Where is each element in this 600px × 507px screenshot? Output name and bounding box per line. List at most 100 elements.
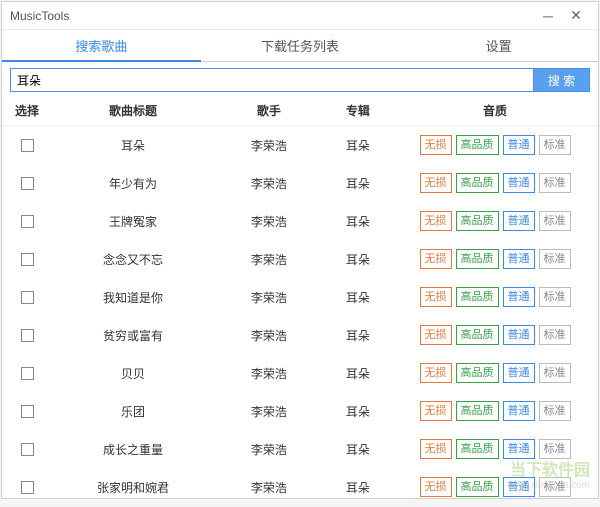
quality-high-button[interactable]: 高品质	[456, 287, 499, 307]
quality-lossless-button[interactable]: 无损	[420, 173, 452, 193]
search-button[interactable]: 搜 索	[534, 68, 590, 92]
table-row: 张家明和婉君李荣浩耳朵无损高品质普通标准	[2, 468, 598, 506]
song-title: 贫穷或富有	[44, 327, 222, 344]
column-title: 歌曲标题	[44, 102, 222, 119]
quality-lossless-button[interactable]: 无损	[420, 135, 452, 155]
quality-normal-button[interactable]: 普通	[503, 439, 535, 459]
row-checkbox[interactable]	[21, 177, 34, 190]
row-checkbox[interactable]	[21, 405, 34, 418]
song-album: 耳朵	[316, 137, 400, 154]
quality-standard-button[interactable]: 标准	[539, 135, 571, 155]
quality-high-button[interactable]: 高品质	[456, 401, 499, 421]
table-row: 耳朵李荣浩耳朵 无损高品质普通标准	[2, 126, 598, 164]
quality-standard-button[interactable]: 标准	[539, 401, 571, 421]
quality-high-button[interactable]: 高品质	[456, 211, 499, 231]
column-album: 专辑	[316, 102, 400, 119]
row-checkbox[interactable]	[21, 443, 34, 456]
song-album: 耳朵	[316, 403, 400, 420]
quality-standard-button[interactable]: 标准	[539, 477, 571, 497]
tab-settings[interactable]: 设置	[399, 30, 598, 61]
row-checkbox[interactable]	[21, 139, 34, 152]
quality-lossless-button[interactable]: 无损	[420, 325, 452, 345]
quality-normal-button[interactable]: 普通	[503, 135, 535, 155]
quality-standard-button[interactable]: 标准	[539, 211, 571, 231]
column-artist: 歌手	[222, 102, 316, 119]
song-artist: 李荣浩	[222, 441, 316, 458]
column-quality: 音质	[400, 102, 590, 119]
row-checkbox[interactable]	[21, 291, 34, 304]
quality-normal-button[interactable]: 普通	[503, 325, 535, 345]
song-artist: 李荣浩	[222, 479, 316, 496]
song-title: 年少有为	[44, 175, 222, 192]
quality-standard-button[interactable]: 标准	[539, 173, 571, 193]
quality-standard-button[interactable]: 标准	[539, 439, 571, 459]
quality-lossless-button[interactable]: 无损	[420, 477, 452, 497]
table-row: 成长之重量李荣浩耳朵 无损高品质普通标准	[2, 430, 598, 468]
window-title: MusicTools	[10, 9, 69, 23]
quality-standard-button[interactable]: 标准	[539, 287, 571, 307]
minimize-button[interactable]: ─	[534, 2, 562, 30]
song-album: 耳朵	[316, 251, 400, 268]
search-input[interactable]	[10, 68, 534, 92]
song-title: 成长之重量	[44, 441, 222, 458]
row-checkbox[interactable]	[21, 215, 34, 228]
quality-normal-button[interactable]: 普通	[503, 287, 535, 307]
table-row: 乐团李荣浩耳朵无损高品质普通标准	[2, 392, 598, 430]
quality-high-button[interactable]: 高品质	[456, 249, 499, 269]
window: MusicTools ─ ✕ 搜索歌曲 下载任务列表 设置 搜 索 选择 歌曲标…	[1, 1, 599, 499]
search-row: 搜 索	[2, 62, 598, 96]
quality-high-button[interactable]: 高品质	[456, 135, 499, 155]
quality-lossless-button[interactable]: 无损	[420, 363, 452, 383]
close-button[interactable]: ✕	[562, 2, 590, 30]
tab-search[interactable]: 搜索歌曲	[2, 30, 201, 62]
song-title: 张家明和婉君	[44, 479, 222, 496]
quality-lossless-button[interactable]: 无损	[420, 287, 452, 307]
row-checkbox[interactable]	[21, 367, 34, 380]
quality-normal-button[interactable]: 普通	[503, 363, 535, 383]
quality-lossless-button[interactable]: 无损	[420, 249, 452, 269]
table-row: 年少有为李荣浩耳朵 无损高品质普通标准	[2, 164, 598, 202]
song-album: 耳朵	[316, 441, 400, 458]
quality-lossless-button[interactable]: 无损	[420, 439, 452, 459]
song-title: 耳朵	[44, 137, 222, 154]
quality-lossless-button[interactable]: 无损	[420, 211, 452, 231]
song-title: 我知道是你	[44, 289, 222, 306]
row-checkbox[interactable]	[21, 481, 34, 494]
song-artist: 李荣浩	[222, 137, 316, 154]
quality-normal-button[interactable]: 普通	[503, 249, 535, 269]
table-header: 选择 歌曲标题 歌手 专辑 音质	[2, 96, 598, 126]
column-select: 选择	[10, 102, 44, 119]
tab-downloads[interactable]: 下载任务列表	[201, 30, 400, 61]
row-checkbox[interactable]	[21, 329, 34, 342]
song-album: 耳朵	[316, 175, 400, 192]
song-artist: 李荣浩	[222, 175, 316, 192]
table-row: 贝贝李荣浩耳朵无损高品质普通标准	[2, 354, 598, 392]
quality-high-button[interactable]: 高品质	[456, 439, 499, 459]
results-table: 选择 歌曲标题 歌手 专辑 音质 耳朵李荣浩耳朵无损高品质普通标准年少有为李荣浩…	[2, 96, 598, 506]
song-artist: 李荣浩	[222, 289, 316, 306]
song-album: 耳朵	[316, 327, 400, 344]
song-artist: 李荣浩	[222, 251, 316, 268]
quality-lossless-button[interactable]: 无损	[420, 401, 452, 421]
quality-high-button[interactable]: 高品质	[456, 477, 499, 497]
table-row: 贫穷或富有李荣浩耳朵 无损高品质普通标准	[2, 316, 598, 354]
song-artist: 李荣浩	[222, 213, 316, 230]
song-artist: 李荣浩	[222, 327, 316, 344]
quality-standard-button[interactable]: 标准	[539, 363, 571, 383]
song-artist: 李荣浩	[222, 365, 316, 382]
quality-high-button[interactable]: 高品质	[456, 363, 499, 383]
titlebar: MusicTools ─ ✕	[2, 2, 598, 30]
song-title: 王牌冤家	[44, 213, 222, 230]
quality-high-button[interactable]: 高品质	[456, 173, 499, 193]
quality-normal-button[interactable]: 普通	[503, 211, 535, 231]
quality-normal-button[interactable]: 普通	[503, 173, 535, 193]
quality-normal-button[interactable]: 普通	[503, 401, 535, 421]
song-title: 念念又不忘	[44, 251, 222, 268]
table-row: 王牌冤家李荣浩耳朵无损高品质普通标准	[2, 202, 598, 240]
quality-normal-button[interactable]: 普通	[503, 477, 535, 497]
quality-standard-button[interactable]: 标准	[539, 249, 571, 269]
row-checkbox[interactable]	[21, 253, 34, 266]
quality-high-button[interactable]: 高品质	[456, 325, 499, 345]
table-row: 念念又不忘李荣浩耳朵 无损高品质普通标准	[2, 240, 598, 278]
quality-standard-button[interactable]: 标准	[539, 325, 571, 345]
